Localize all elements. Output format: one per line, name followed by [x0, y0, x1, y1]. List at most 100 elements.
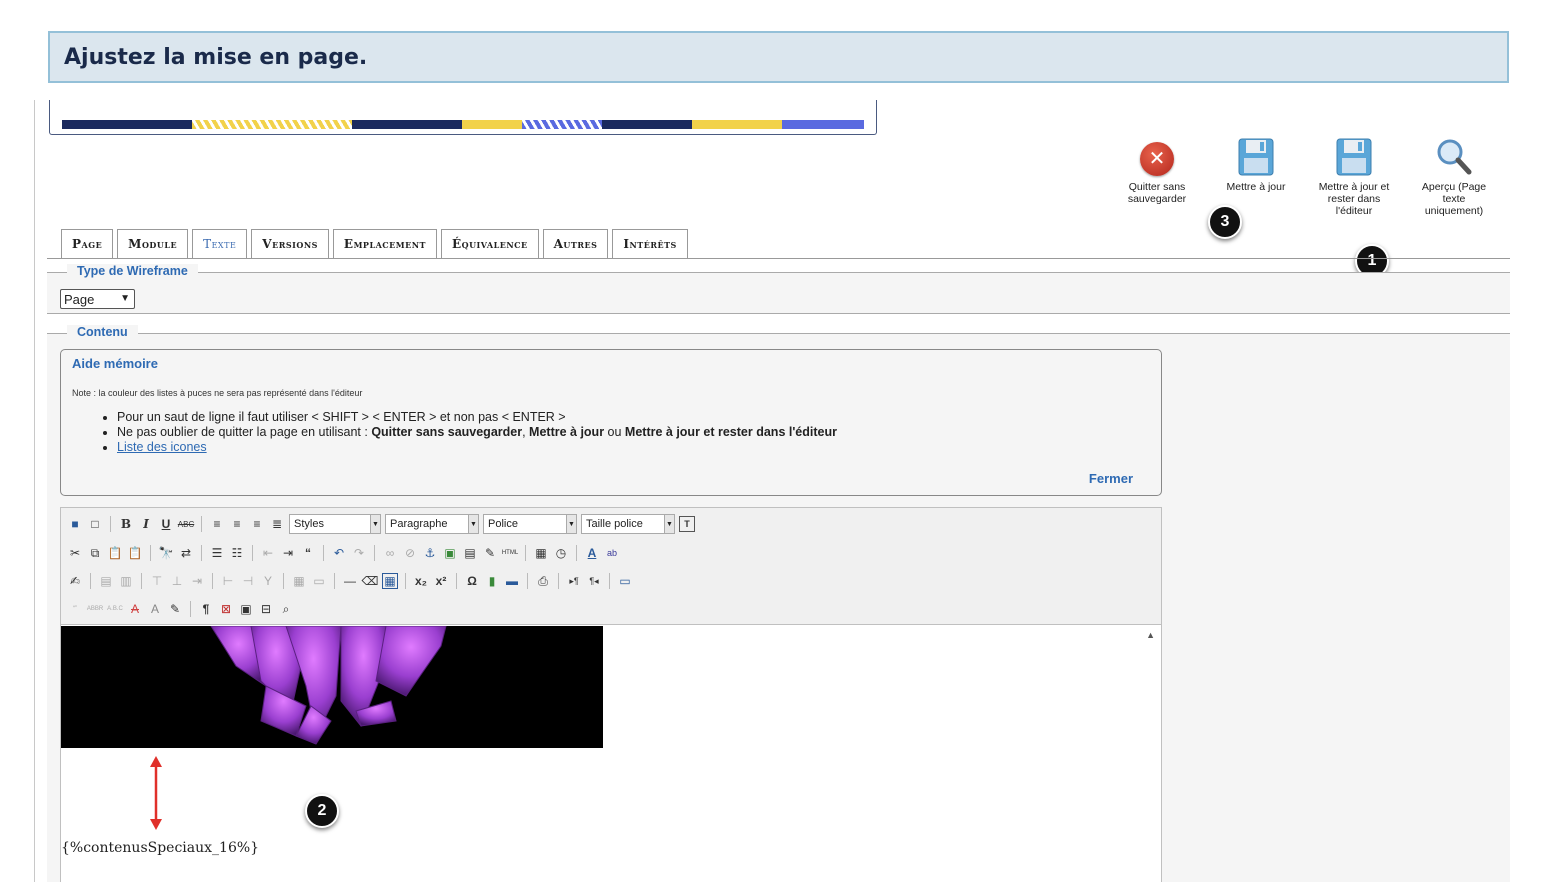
- align-justify-icon[interactable]: ≣: [269, 516, 285, 532]
- blockquote-icon[interactable]: “: [300, 545, 316, 561]
- icon-list-link[interactable]: Liste des icones: [117, 440, 207, 454]
- edit-icon[interactable]: ✍: [67, 573, 83, 589]
- insert-col-after-icon[interactable]: ⊣: [240, 573, 256, 589]
- aide-memoire-title: Aide mémoire: [72, 356, 158, 371]
- date-icon[interactable]: ▦: [533, 545, 549, 561]
- show-blocks-icon[interactable]: ¶: [198, 601, 214, 617]
- preview-button[interactable]: Aperçu (Page texte uniquement): [1413, 138, 1495, 217]
- image-icon[interactable]: ▣: [442, 545, 458, 561]
- anchor-icon[interactable]: ⚓: [422, 545, 438, 561]
- clock-icon[interactable]: ◷: [553, 545, 569, 561]
- indent-icon[interactable]: ⇥: [280, 545, 296, 561]
- toolbar-separator: [283, 573, 284, 589]
- media-icon[interactable]: ▮: [484, 573, 500, 589]
- link-icon[interactable]: ∞: [382, 545, 398, 561]
- outdent-icon[interactable]: ⇤: [260, 545, 276, 561]
- cut-icon[interactable]: ✂: [67, 545, 83, 561]
- ltr-icon[interactable]: ▸¶: [566, 573, 582, 589]
- unlink-icon[interactable]: ⊘: [402, 545, 418, 561]
- page-break-icon[interactable]: ⊟: [258, 601, 274, 617]
- superscript-icon[interactable]: x²: [433, 573, 449, 589]
- toolbar-separator: [334, 573, 335, 589]
- horizontal-rule-icon[interactable]: —: [342, 573, 358, 589]
- table-cell-props-icon[interactable]: ▥: [118, 573, 134, 589]
- insert-text-icon[interactable]: A: [147, 601, 163, 617]
- layer-icon[interactable]: ▣: [238, 601, 254, 617]
- insert-row-before-icon[interactable]: ⊤: [149, 573, 165, 589]
- tab-versions[interactable]: Versions: [251, 229, 329, 258]
- acronym-icon[interactable]: A.B.C: [107, 601, 123, 617]
- text-box-icon[interactable]: T: [679, 516, 695, 532]
- save-icon[interactable]: ■: [67, 516, 83, 532]
- tab-page[interactable]: Page: [61, 229, 114, 258]
- align-center-icon[interactable]: ≡: [229, 516, 245, 532]
- wireframe-type-select[interactable]: Page ▼: [60, 289, 135, 309]
- abbr-icon[interactable]: ABBR: [87, 601, 103, 617]
- text-color-icon[interactable]: A: [584, 545, 600, 561]
- bulleted-list-icon[interactable]: ☰: [209, 545, 225, 561]
- print-icon[interactable]: ⎙: [535, 573, 551, 589]
- update-button[interactable]: Mettre à jour: [1215, 138, 1297, 193]
- format-combo[interactable]: Paragraphe ▼: [385, 514, 479, 534]
- tab-equivalence[interactable]: Équivalence: [440, 229, 539, 258]
- subscript-icon[interactable]: x₂: [413, 573, 429, 589]
- attributes-icon[interactable]: ✎: [167, 601, 183, 617]
- insert-row-after-icon[interactable]: ⊥: [169, 573, 185, 589]
- find-icon[interactable]: 🔭: [158, 545, 174, 561]
- tab-emplacement[interactable]: Emplacement: [332, 229, 437, 258]
- merge-cells-icon[interactable]: ▭: [311, 573, 327, 589]
- new-page-icon[interactable]: □: [87, 516, 103, 532]
- font-combo[interactable]: Police ▼: [483, 514, 577, 534]
- special-char-icon[interactable]: Ω: [464, 573, 480, 589]
- paste-icon[interactable]: 📋: [107, 545, 123, 561]
- table-icon[interactable]: ▦: [382, 573, 398, 589]
- italic-icon[interactable]: I: [138, 516, 154, 532]
- delete-text-icon[interactable]: A: [127, 601, 143, 617]
- table-row-props-icon[interactable]: ▤: [98, 573, 114, 589]
- font-size-combo[interactable]: Taille police ▼: [581, 514, 675, 534]
- styles-combo[interactable]: Styles ▼: [289, 514, 381, 534]
- cite-icon[interactable]: “”: [67, 601, 83, 617]
- split-cells-icon[interactable]: ▦: [291, 573, 307, 589]
- tab-texte[interactable]: Texte: [192, 229, 248, 258]
- tab-module[interactable]: Module: [117, 229, 189, 258]
- fullscreen-icon[interactable]: ▭: [617, 573, 633, 589]
- delete-col-icon[interactable]: Y: [260, 573, 276, 589]
- insert-col-before-icon[interactable]: ⊢: [220, 573, 236, 589]
- strikethrough-icon[interactable]: ABC: [178, 516, 194, 532]
- align-right-icon[interactable]: ≡: [249, 516, 265, 532]
- template-icon[interactable]: ▤: [462, 545, 478, 561]
- update-and-stay-button[interactable]: Mettre à jour et rester dans l'éditeur: [1315, 138, 1393, 217]
- html-icon[interactable]: HTML: [502, 545, 518, 561]
- align-left-icon[interactable]: ≡: [209, 516, 225, 532]
- numbered-list-icon[interactable]: ☷: [229, 545, 245, 561]
- quit-without-saving-button[interactable]: ✕ Quitter sans sauvegarder: [1119, 142, 1195, 205]
- delete-row-icon[interactable]: ⇥: [189, 573, 205, 589]
- save-icon: [1238, 138, 1274, 176]
- bold-icon[interactable]: B: [118, 516, 134, 532]
- underline-icon[interactable]: U: [158, 516, 174, 532]
- separator-line-icon[interactable]: ▬: [504, 573, 520, 589]
- special-content-placeholder: {%contenusSpeciaux_16%}: [61, 840, 260, 856]
- scroll-up-icon[interactable]: ▲: [1146, 630, 1155, 640]
- tab-autres[interactable]: Autres: [542, 229, 609, 258]
- undo-icon[interactable]: ↶: [331, 545, 347, 561]
- rtl-icon[interactable]: ¶◂: [586, 573, 602, 589]
- cleanup-icon[interactable]: ✎: [482, 545, 498, 561]
- toolbar-separator: [190, 601, 191, 617]
- toolbar-separator: [150, 545, 151, 561]
- redo-icon[interactable]: ↷: [351, 545, 367, 561]
- highlight-color-icon[interactable]: ab: [604, 545, 620, 561]
- copy-icon[interactable]: ⧉: [87, 545, 103, 561]
- non-breaking-icon[interactable]: ⊠: [218, 601, 234, 617]
- toolbar-separator: [90, 573, 91, 589]
- editor-content-area[interactable]: {%contenusSpeciaux_16%} ▲: [61, 626, 1161, 882]
- list-item-bold: Mettre à jour et rester dans l'éditeur: [624, 425, 837, 439]
- preview-icon[interactable]: ⌕: [278, 601, 294, 617]
- close-aide-link[interactable]: Fermer: [1089, 471, 1133, 486]
- paste-text-icon[interactable]: 📋: [127, 545, 143, 561]
- tab-interets[interactable]: Intérêts: [612, 229, 688, 258]
- replace-icon[interactable]: ⇄: [178, 545, 194, 561]
- eraser-icon[interactable]: ⌫: [362, 573, 379, 589]
- toolbar-row: ■ □ B I U ABC ≡ ≡ ≡ ≣ Styles ▼ Paragraphe…: [67, 513, 695, 535]
